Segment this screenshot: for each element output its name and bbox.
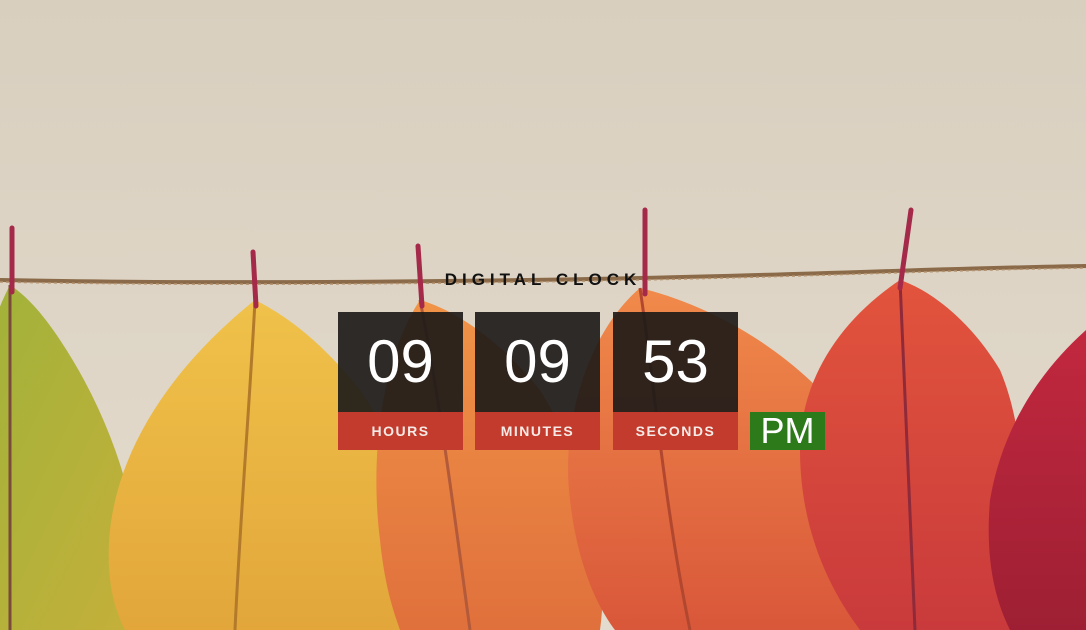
am-pm-indicator: PM [750, 412, 825, 450]
seconds-value: 53 [613, 312, 738, 412]
clock-title: DIGITAL CLOCK [444, 270, 642, 289]
seconds-unit: 53 SECONDS [613, 312, 738, 450]
hours-value: 09 [338, 312, 463, 412]
minutes-label: MINUTES [475, 412, 600, 450]
minutes-value: 09 [475, 312, 600, 412]
seconds-label: SECONDS [613, 412, 738, 450]
minutes-unit: 09 MINUTES [475, 312, 600, 450]
hours-label: HOURS [338, 412, 463, 450]
digital-clock: DIGITAL CLOCK 09 HOURS 09 MINUTES 53 SEC… [0, 0, 1086, 630]
hours-unit: 09 HOURS [338, 312, 463, 450]
